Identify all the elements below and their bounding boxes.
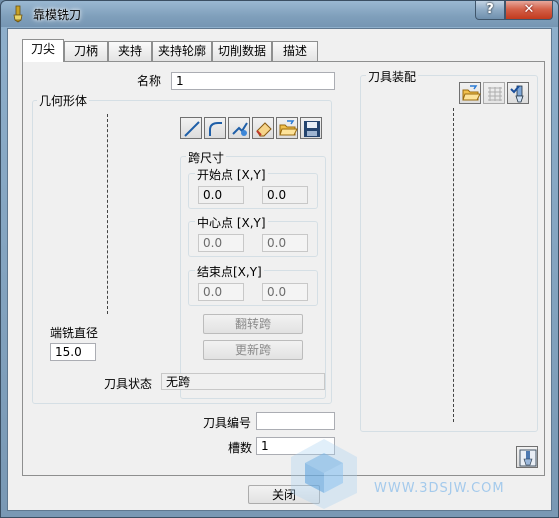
tab-holder[interactable]: 夹持 [108, 41, 152, 61]
start-y-value: 0.0 [262, 186, 308, 204]
tool-number-label: 刀具编号 [203, 416, 252, 430]
tool-assembly-group [360, 75, 538, 432]
span-title: 跨尺寸 [186, 149, 227, 166]
help-button[interactable]: ? [475, 1, 505, 20]
assembly-grid-icon[interactable] [483, 82, 505, 104]
window-close-button[interactable]: ✕ [505, 1, 553, 20]
name-input[interactable]: 1 [171, 72, 335, 90]
tab-holder-profile[interactable]: 夹持轮廓 [152, 41, 212, 61]
geometry-title: 几何形体 [37, 92, 90, 109]
cutter-app-icon [13, 5, 23, 23]
flutes-input[interactable]: 1 [256, 437, 335, 455]
line-icon[interactable] [180, 117, 202, 139]
tool-status-label: 刀具状态 [104, 377, 153, 391]
flip-span-button[interactable]: 翻转跨 [203, 314, 303, 334]
end-x-input[interactable]: 0.0 [198, 283, 244, 301]
tab-description[interactable]: 描述 [272, 41, 318, 61]
diameter-label: 端铣直径 [50, 326, 99, 340]
tab-cutting-data[interactable]: 切削数据 [212, 41, 272, 61]
save-disk-icon[interactable] [300, 117, 322, 139]
dialog-window: 靠模铣刀 ? ✕ 刀尖 刀柄 夹持 夹持轮廓 切削数据 描述 名称 1 几何形体 [0, 0, 559, 518]
tool-status-value: 无跨 [161, 373, 325, 390]
eraser-icon[interactable] [252, 117, 274, 139]
arc-icon[interactable] [204, 117, 226, 139]
update-span-button[interactable]: 更新跨 [203, 340, 303, 360]
assembly-open-folder-icon[interactable] [459, 82, 481, 104]
center-y-input[interactable]: 0.0 [262, 234, 308, 252]
dialog-body: 刀尖 刀柄 夹持 夹持轮廓 切削数据 描述 名称 1 几何形体 跨尺寸 开始点 … [7, 28, 552, 511]
open-folder-icon[interactable] [276, 117, 298, 139]
start-point-title: 开始点 [X,Y] [195, 166, 268, 183]
assembly-preview-area [453, 108, 454, 422]
end-y-input[interactable]: 0.0 [262, 283, 308, 301]
tool-preview-icon[interactable] [516, 446, 538, 468]
center-point-title: 中心点 [X,Y] [195, 214, 268, 231]
close-button[interactable]: 关闭 [248, 485, 320, 504]
title-bar[interactable]: 靠模铣刀 ? ✕ [1, 1, 558, 27]
start-x-value: 0.0 [198, 186, 244, 204]
tool-shape-icon[interactable] [228, 117, 250, 139]
tool-check-icon[interactable] [507, 82, 529, 104]
end-point-title: 结束点[X,Y] [195, 263, 264, 280]
tab-tip[interactable]: 刀尖 [22, 39, 64, 62]
geometry-preview-area [107, 114, 108, 314]
tab-shank[interactable]: 刀柄 [64, 41, 108, 61]
tool-assembly-title: 刀具装配 [366, 68, 419, 85]
window-title: 靠模铣刀 [33, 8, 82, 22]
center-x-input[interactable]: 0.0 [198, 234, 244, 252]
tab-panel-tip: 名称 1 几何形体 跨尺寸 开始点 [X,Y] 0.0 0.0 中心点 [X,Y… [22, 61, 545, 476]
flutes-label: 槽数 [228, 441, 253, 455]
tool-number-input[interactable] [256, 412, 335, 430]
diameter-input[interactable]: 15.0 [50, 343, 96, 361]
name-label: 名称 [137, 74, 162, 88]
